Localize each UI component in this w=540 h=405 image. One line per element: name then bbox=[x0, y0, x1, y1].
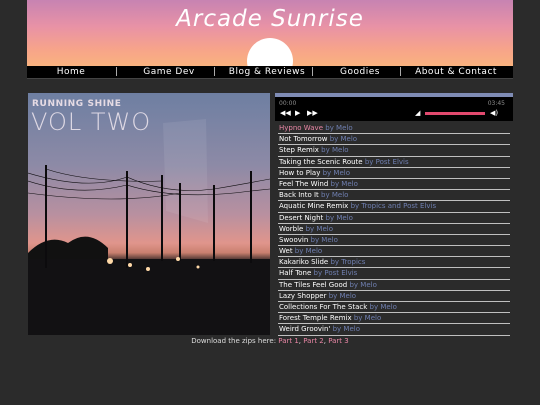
playlist-track[interactable]: Not Tomorrow by Melo bbox=[278, 134, 510, 146]
main-nav: Home | Game Dev | Blog & Reviews | Goodi… bbox=[27, 66, 513, 79]
track-artist: by Melo bbox=[321, 191, 349, 200]
track-artist: by Melo bbox=[294, 247, 323, 256]
track-title: Kakariko Slide bbox=[279, 258, 329, 267]
volume-slider[interactable] bbox=[425, 112, 485, 115]
next-icon[interactable]: ▶▶ bbox=[307, 109, 318, 117]
track-artist: by Post Elvis bbox=[313, 269, 358, 278]
track-artist: by Melo bbox=[305, 224, 333, 233]
volume-mute-icon[interactable]: ◢ bbox=[415, 109, 420, 117]
download-part-2-link[interactable]: Part 2 bbox=[303, 337, 324, 345]
track-title: Half Tone bbox=[279, 269, 312, 278]
play-icon[interactable]: ▶ bbox=[295, 109, 300, 117]
track-title: The Tiles Feel Good bbox=[279, 280, 348, 289]
playlist-track[interactable]: Desert Night by Melo bbox=[278, 213, 510, 224]
playlist-track[interactable]: Worble by Melo bbox=[278, 224, 510, 235]
playlist-track[interactable]: Aquatic Mine Remix by Tropics and Post E… bbox=[278, 201, 510, 213]
track-artist: by Melo bbox=[332, 325, 360, 334]
track-title: Not Tomorrow bbox=[279, 135, 328, 144]
playlist-track[interactable]: Forest Temple Remix by Melo bbox=[278, 313, 510, 325]
volume-max-icon[interactable]: ◀) bbox=[490, 109, 498, 117]
track-title: Taking the Scenic Route bbox=[279, 157, 363, 166]
download-prefix: Download the zips here: bbox=[191, 337, 277, 345]
playlist-track[interactable]: Feel The Wind by Melo bbox=[278, 179, 510, 191]
track-title: Lazy Shopper bbox=[279, 291, 327, 300]
track-artist: by Melo bbox=[330, 179, 358, 188]
playlist-track[interactable]: Half Tone by Post Elvis bbox=[278, 268, 510, 280]
nav-blog-reviews[interactable]: Blog & Reviews bbox=[223, 67, 311, 77]
elapsed-time: 00:00 bbox=[279, 100, 297, 107]
track-artist: by Melo bbox=[310, 235, 338, 244]
playlist-track[interactable]: Wet by Melo bbox=[278, 246, 510, 258]
track-artist: by Melo bbox=[353, 314, 382, 323]
playlist-track[interactable]: Collections For The Stack by Melo bbox=[278, 302, 510, 314]
track-title: Swoovin bbox=[279, 235, 309, 244]
playlist-track[interactable]: Step Remix by Melo bbox=[278, 145, 510, 157]
track-artist: by Melo bbox=[325, 124, 353, 132]
track-title: Back Into It bbox=[279, 191, 319, 200]
nav-about-contact[interactable]: About & Contact bbox=[409, 67, 503, 77]
album-subtitle: VOL TWO bbox=[31, 108, 152, 136]
track-title: Desert Night bbox=[279, 213, 324, 222]
track-title: Forest Temple Remix bbox=[279, 314, 352, 323]
track-artist: by Melo bbox=[322, 168, 350, 177]
track-artist: by Tropics bbox=[330, 258, 366, 267]
playlist-track[interactable]: Back Into It by Melo bbox=[278, 190, 510, 202]
download-separator: , bbox=[298, 337, 302, 345]
audio-player: 00:00 03:45 ◀◀ ▶ ▶▶ ◢ ◀) bbox=[275, 93, 513, 121]
track-title: Feel The Wind bbox=[279, 179, 329, 188]
playlist-track[interactable]: How to Play by Melo bbox=[278, 168, 510, 179]
nav-separator: | bbox=[399, 67, 403, 77]
playlist: Hypno Wave by Melo Not Tomorrow by Melo St… bbox=[278, 123, 510, 336]
site-banner: Arcade Sunrise bbox=[27, 0, 513, 66]
volume-level-fill bbox=[425, 112, 485, 115]
track-title: Wet bbox=[279, 247, 293, 256]
sunrise-sun-graphic bbox=[247, 38, 293, 66]
nav-separator: | bbox=[115, 67, 119, 77]
download-separator: , bbox=[323, 337, 326, 345]
playlist-track[interactable]: Taking the Scenic Route by Post Elvis bbox=[278, 157, 510, 168]
track-title: Weird Groovin' bbox=[279, 325, 331, 334]
playlist-track[interactable]: Weird Groovin' by Melo bbox=[278, 324, 510, 336]
track-artist: by Melo bbox=[325, 213, 353, 222]
nav-separator: | bbox=[213, 67, 217, 77]
playlist-track[interactable]: Hypno Wave by Melo bbox=[278, 123, 510, 135]
download-line: Download the zips here: Part 1, Part 2, … bbox=[0, 337, 540, 345]
playlist-track[interactable]: Swoovin by Melo bbox=[278, 235, 510, 247]
playlist-track[interactable]: The Tiles Feel Good by Melo bbox=[278, 280, 510, 291]
track-title: Collections For The Stack bbox=[279, 303, 368, 311]
track-artist: by Melo bbox=[369, 303, 397, 311]
track-artist: by Melo bbox=[321, 146, 349, 155]
nav-home[interactable]: Home bbox=[27, 67, 115, 77]
track-title: Step Remix bbox=[279, 146, 319, 155]
track-title: Hypno Wave bbox=[279, 124, 324, 132]
download-part-1-link[interactable]: Part 1 bbox=[278, 337, 299, 345]
track-title: Worble bbox=[279, 224, 304, 233]
site-title: Arcade Sunrise bbox=[176, 6, 364, 32]
download-part-3-link[interactable]: Part 3 bbox=[328, 337, 349, 345]
nav-game-dev[interactable]: Game Dev bbox=[125, 67, 213, 77]
playlist-track[interactable]: Kakariko Slide by Tropics bbox=[278, 257, 510, 269]
track-artist: by Melo bbox=[328, 291, 357, 300]
track-artist: by Melo bbox=[349, 280, 377, 289]
playlist-track[interactable]: Lazy Shopper by Melo bbox=[278, 291, 510, 302]
total-duration: 03:45 bbox=[487, 100, 505, 107]
track-artist: by Post Elvis bbox=[364, 157, 409, 166]
nav-goodies[interactable]: Goodies bbox=[321, 67, 399, 77]
nav-separator: | bbox=[311, 67, 315, 77]
album-cover: RUNNING SHINE VOL TWO bbox=[28, 93, 270, 335]
track-artist: by Tropics and Post Elvis bbox=[350, 202, 437, 211]
track-artist: by Melo bbox=[329, 135, 358, 144]
track-title: How to Play bbox=[279, 168, 321, 177]
previous-icon[interactable]: ◀◀ bbox=[280, 109, 291, 117]
track-title: Aquatic Mine Remix bbox=[279, 202, 349, 211]
